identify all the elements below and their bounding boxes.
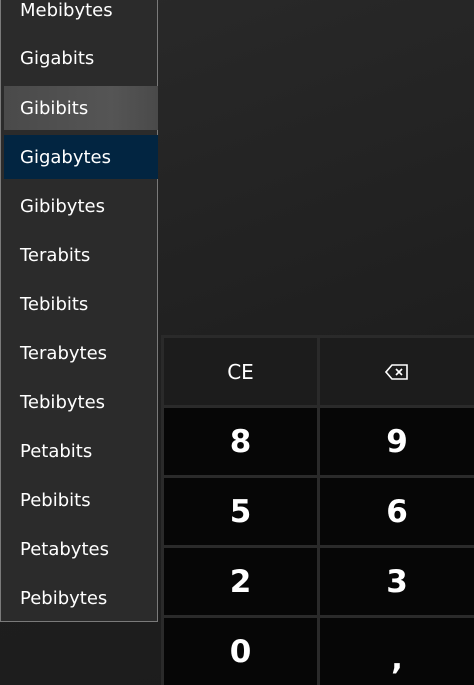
key-9[interactable]: 9	[320, 408, 474, 475]
unit-option-gigabits[interactable]: Gigabits	[4, 36, 158, 80]
key-3[interactable]: 3	[320, 548, 474, 615]
backspace-icon	[385, 363, 408, 380]
key-0[interactable]: 0	[164, 618, 317, 685]
unit-option-terabits[interactable]: Terabits	[4, 233, 158, 277]
clear-entry-button[interactable]: CE	[164, 338, 317, 405]
unit-option-tebibits[interactable]: Tebibits	[4, 282, 158, 326]
key-6[interactable]: 6	[320, 478, 474, 545]
unit-dropdown-list[interactable]: Mebibytes Gigabits Gibibits Gigabytes Gi…	[0, 0, 158, 622]
key-2[interactable]: 2	[164, 548, 317, 615]
unit-option-gibibits[interactable]: Gibibits	[4, 86, 158, 130]
backspace-button[interactable]	[320, 338, 474, 405]
unit-option-tebibytes[interactable]: Tebibytes	[4, 380, 158, 424]
key-5[interactable]: 5	[164, 478, 317, 545]
decimal-separator-key[interactable]: ,	[320, 618, 474, 685]
unit-option-gigabytes[interactable]: Gigabytes	[4, 135, 158, 179]
unit-option-petabytes[interactable]: Petabytes	[4, 527, 158, 571]
unit-option-pebibytes[interactable]: Pebibytes	[4, 576, 158, 620]
unit-option-petabits[interactable]: Petabits	[4, 429, 158, 473]
keypad: CE 8 9 5 6 2 3 0 ,	[161, 335, 474, 685]
unit-option-terabytes[interactable]: Terabytes	[4, 331, 158, 375]
unit-option-pebibits[interactable]: Pebibits	[4, 478, 158, 522]
unit-option-mebibytes[interactable]: Mebibytes	[4, 0, 158, 32]
unit-option-gibibytes[interactable]: Gibibytes	[4, 184, 158, 228]
key-8[interactable]: 8	[164, 408, 317, 475]
